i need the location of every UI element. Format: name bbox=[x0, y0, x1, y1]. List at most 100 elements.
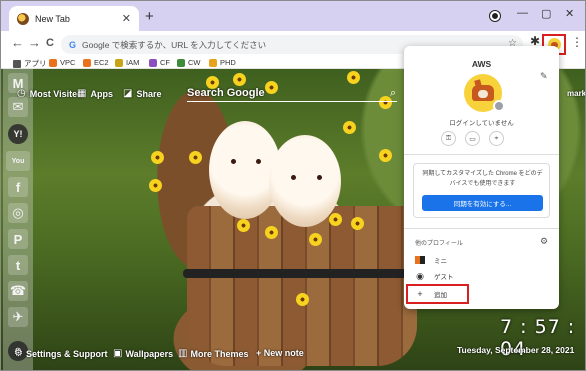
facebook-icon[interactable]: f bbox=[8, 177, 28, 197]
add-highlight-box bbox=[406, 284, 469, 304]
bookmark-cw[interactable]: CW bbox=[177, 58, 201, 67]
profile-label: ミニ bbox=[434, 258, 447, 265]
whatsapp-icon[interactable]: ☎ bbox=[8, 281, 28, 301]
settings-support-link[interactable]: ⚙ Settings & Support bbox=[14, 348, 107, 359]
wallpapers-link[interactable]: ▣ Wallpapers bbox=[113, 348, 173, 359]
incognito-indicator-icon[interactable] bbox=[490, 11, 500, 21]
pansy-flower-image bbox=[329, 213, 342, 226]
most-visited-label: Most Visited bbox=[29, 88, 83, 99]
new-tab-button[interactable]: + bbox=[145, 8, 154, 25]
profile-name: AWS bbox=[471, 59, 492, 69]
pansy-flower-image bbox=[149, 179, 162, 192]
pansy-flower-image bbox=[309, 233, 322, 246]
bookmark-cf[interactable]: CF bbox=[149, 58, 170, 67]
search-icon[interactable]: ⌕ bbox=[390, 87, 396, 100]
gear-icon: ⚙ bbox=[14, 348, 23, 359]
share-link[interactable]: ◪ Share bbox=[123, 88, 161, 99]
guinea-pig-eye bbox=[231, 159, 236, 164]
forward-button[interactable]: → bbox=[28, 35, 41, 50]
guest-person-icon: ◉ bbox=[416, 270, 424, 281]
most-visited-link[interactable]: ◷ Most Visited bbox=[17, 88, 83, 99]
reload-button[interactable]: C bbox=[46, 37, 54, 49]
divider bbox=[404, 228, 559, 229]
aws-cf-icon bbox=[149, 58, 157, 67]
profile-label: ゲスト bbox=[434, 274, 454, 281]
browser-window: New Tab ✕ + — ▢ ✕ ← → C G Google で検索するか、… bbox=[0, 0, 586, 371]
guinea-pig-eye bbox=[317, 175, 322, 180]
share-icon: ◪ bbox=[123, 88, 133, 99]
bookmark-vpc[interactable]: VPC bbox=[49, 58, 75, 67]
profile-item-guest[interactable]: ◉ ゲスト bbox=[415, 270, 454, 282]
guinea-pig-eye bbox=[291, 175, 296, 180]
pansy-flower-image bbox=[151, 151, 164, 164]
bookmark-label: CF bbox=[160, 58, 170, 67]
tab-strip: New Tab ✕ + — ▢ ✕ bbox=[1, 1, 585, 31]
new-note-link[interactable]: + New note bbox=[256, 348, 304, 358]
apps-grid-icon: ▦ bbox=[77, 88, 87, 99]
bookmark-iam[interactable]: IAM bbox=[115, 58, 139, 67]
bookmark-apps[interactable]: アプリ bbox=[13, 58, 47, 69]
maximize-button[interactable]: ▢ bbox=[541, 7, 551, 20]
google-g-icon: G bbox=[69, 39, 77, 50]
twitter-icon[interactable]: t bbox=[8, 255, 28, 275]
tab-new-tab[interactable]: New Tab ✕ bbox=[9, 6, 139, 31]
aws-vpc-icon bbox=[49, 58, 57, 67]
close-window-button[interactable]: ✕ bbox=[565, 7, 574, 20]
edit-pencil-icon[interactable]: ✎ bbox=[540, 71, 548, 82]
enable-sync-button[interactable]: 同期を有効にする... bbox=[422, 195, 543, 211]
clock-icon: ◷ bbox=[17, 88, 26, 99]
guinea-pig-image bbox=[269, 135, 341, 227]
pansy-flower-image bbox=[347, 71, 360, 84]
instagram-icon[interactable]: ◎ bbox=[8, 203, 28, 223]
other-profiles-heading: 他のプロフィール bbox=[415, 241, 463, 247]
more-themes-link[interactable]: ▥ More Themes bbox=[178, 348, 248, 359]
manage-profiles-gear-icon[interactable]: ⚙ bbox=[540, 236, 548, 247]
signed-out-badge-icon bbox=[493, 100, 505, 112]
bookmark-label: VPC bbox=[60, 58, 76, 67]
divider bbox=[404, 154, 559, 155]
back-button[interactable]: ← bbox=[11, 35, 24, 50]
aws-ec2-icon bbox=[83, 58, 91, 67]
bookmark-label: CW bbox=[188, 58, 201, 67]
bookmark-ec2[interactable]: EC2 bbox=[83, 58, 109, 67]
bookmark-phd[interactable]: PHD bbox=[209, 58, 236, 67]
menu-kebab-icon[interactable]: ⋮ bbox=[571, 35, 583, 49]
aws-iam-icon bbox=[115, 58, 123, 67]
address-placeholder: Google で検索するか、URL を入力してください bbox=[82, 39, 267, 50]
share-label: Share bbox=[136, 88, 162, 99]
shortcut-dock: M ✉ Y! You f ◎ P t ☎ ✈ ⚙ bbox=[3, 69, 33, 370]
apps-link[interactable]: ▦ Apps bbox=[77, 88, 113, 99]
pinterest-icon[interactable]: P bbox=[8, 229, 28, 249]
signin-status: ログインしていません bbox=[449, 120, 514, 127]
outlook-icon[interactable]: ✉ bbox=[8, 97, 28, 117]
credit-card-icon[interactable]: ▭ bbox=[465, 131, 480, 146]
wallpapers-label: Wallpapers bbox=[125, 348, 174, 359]
aws-phd-icon bbox=[209, 58, 217, 67]
favicon-icon bbox=[17, 12, 29, 25]
sync-card: 同期してカスタマイズした Chrome をどのデバイスでも使用できます 同期を有… bbox=[413, 163, 550, 218]
yahoo-icon[interactable]: Y! bbox=[8, 124, 28, 144]
minimize-button[interactable]: — bbox=[517, 7, 528, 19]
pansy-flower-image bbox=[379, 149, 392, 162]
youtube-icon[interactable]: You bbox=[6, 151, 30, 171]
pansy-flower-image bbox=[343, 121, 356, 134]
key-icon[interactable]: ⚿ bbox=[441, 131, 456, 146]
sync-message: 同期してカスタマイズした Chrome をどのデバイスでも使用できます bbox=[422, 171, 543, 187]
search-google-input[interactable]: Search Google bbox=[187, 87, 397, 102]
guinea-pig-eye bbox=[256, 159, 261, 164]
tab-title: New Tab bbox=[35, 13, 70, 24]
close-tab-icon[interactable]: ✕ bbox=[122, 12, 131, 25]
profile-menu-popup: AWS ✎ ログインしていません ⚿ ▭ ⌖ 同期してカスタマイズした Chro… bbox=[404, 46, 559, 309]
pansy-flower-image bbox=[237, 219, 250, 232]
pansy-flower-image bbox=[265, 226, 278, 239]
bookmark-label: EC2 bbox=[94, 58, 109, 67]
profile-item-mini[interactable]: ミニ bbox=[415, 255, 447, 265]
bookmark-label: PHD bbox=[220, 58, 236, 67]
bookmark-label: アプリ bbox=[24, 59, 47, 68]
telegram-icon[interactable]: ✈ bbox=[8, 307, 28, 327]
bookmarks-link[interactable]: marks bbox=[567, 89, 585, 98]
apps-grid-icon bbox=[13, 59, 21, 68]
pansy-flower-image bbox=[189, 151, 202, 164]
location-pin-icon[interactable]: ⌖ bbox=[489, 131, 504, 146]
bookmark-label: IAM bbox=[126, 58, 140, 67]
